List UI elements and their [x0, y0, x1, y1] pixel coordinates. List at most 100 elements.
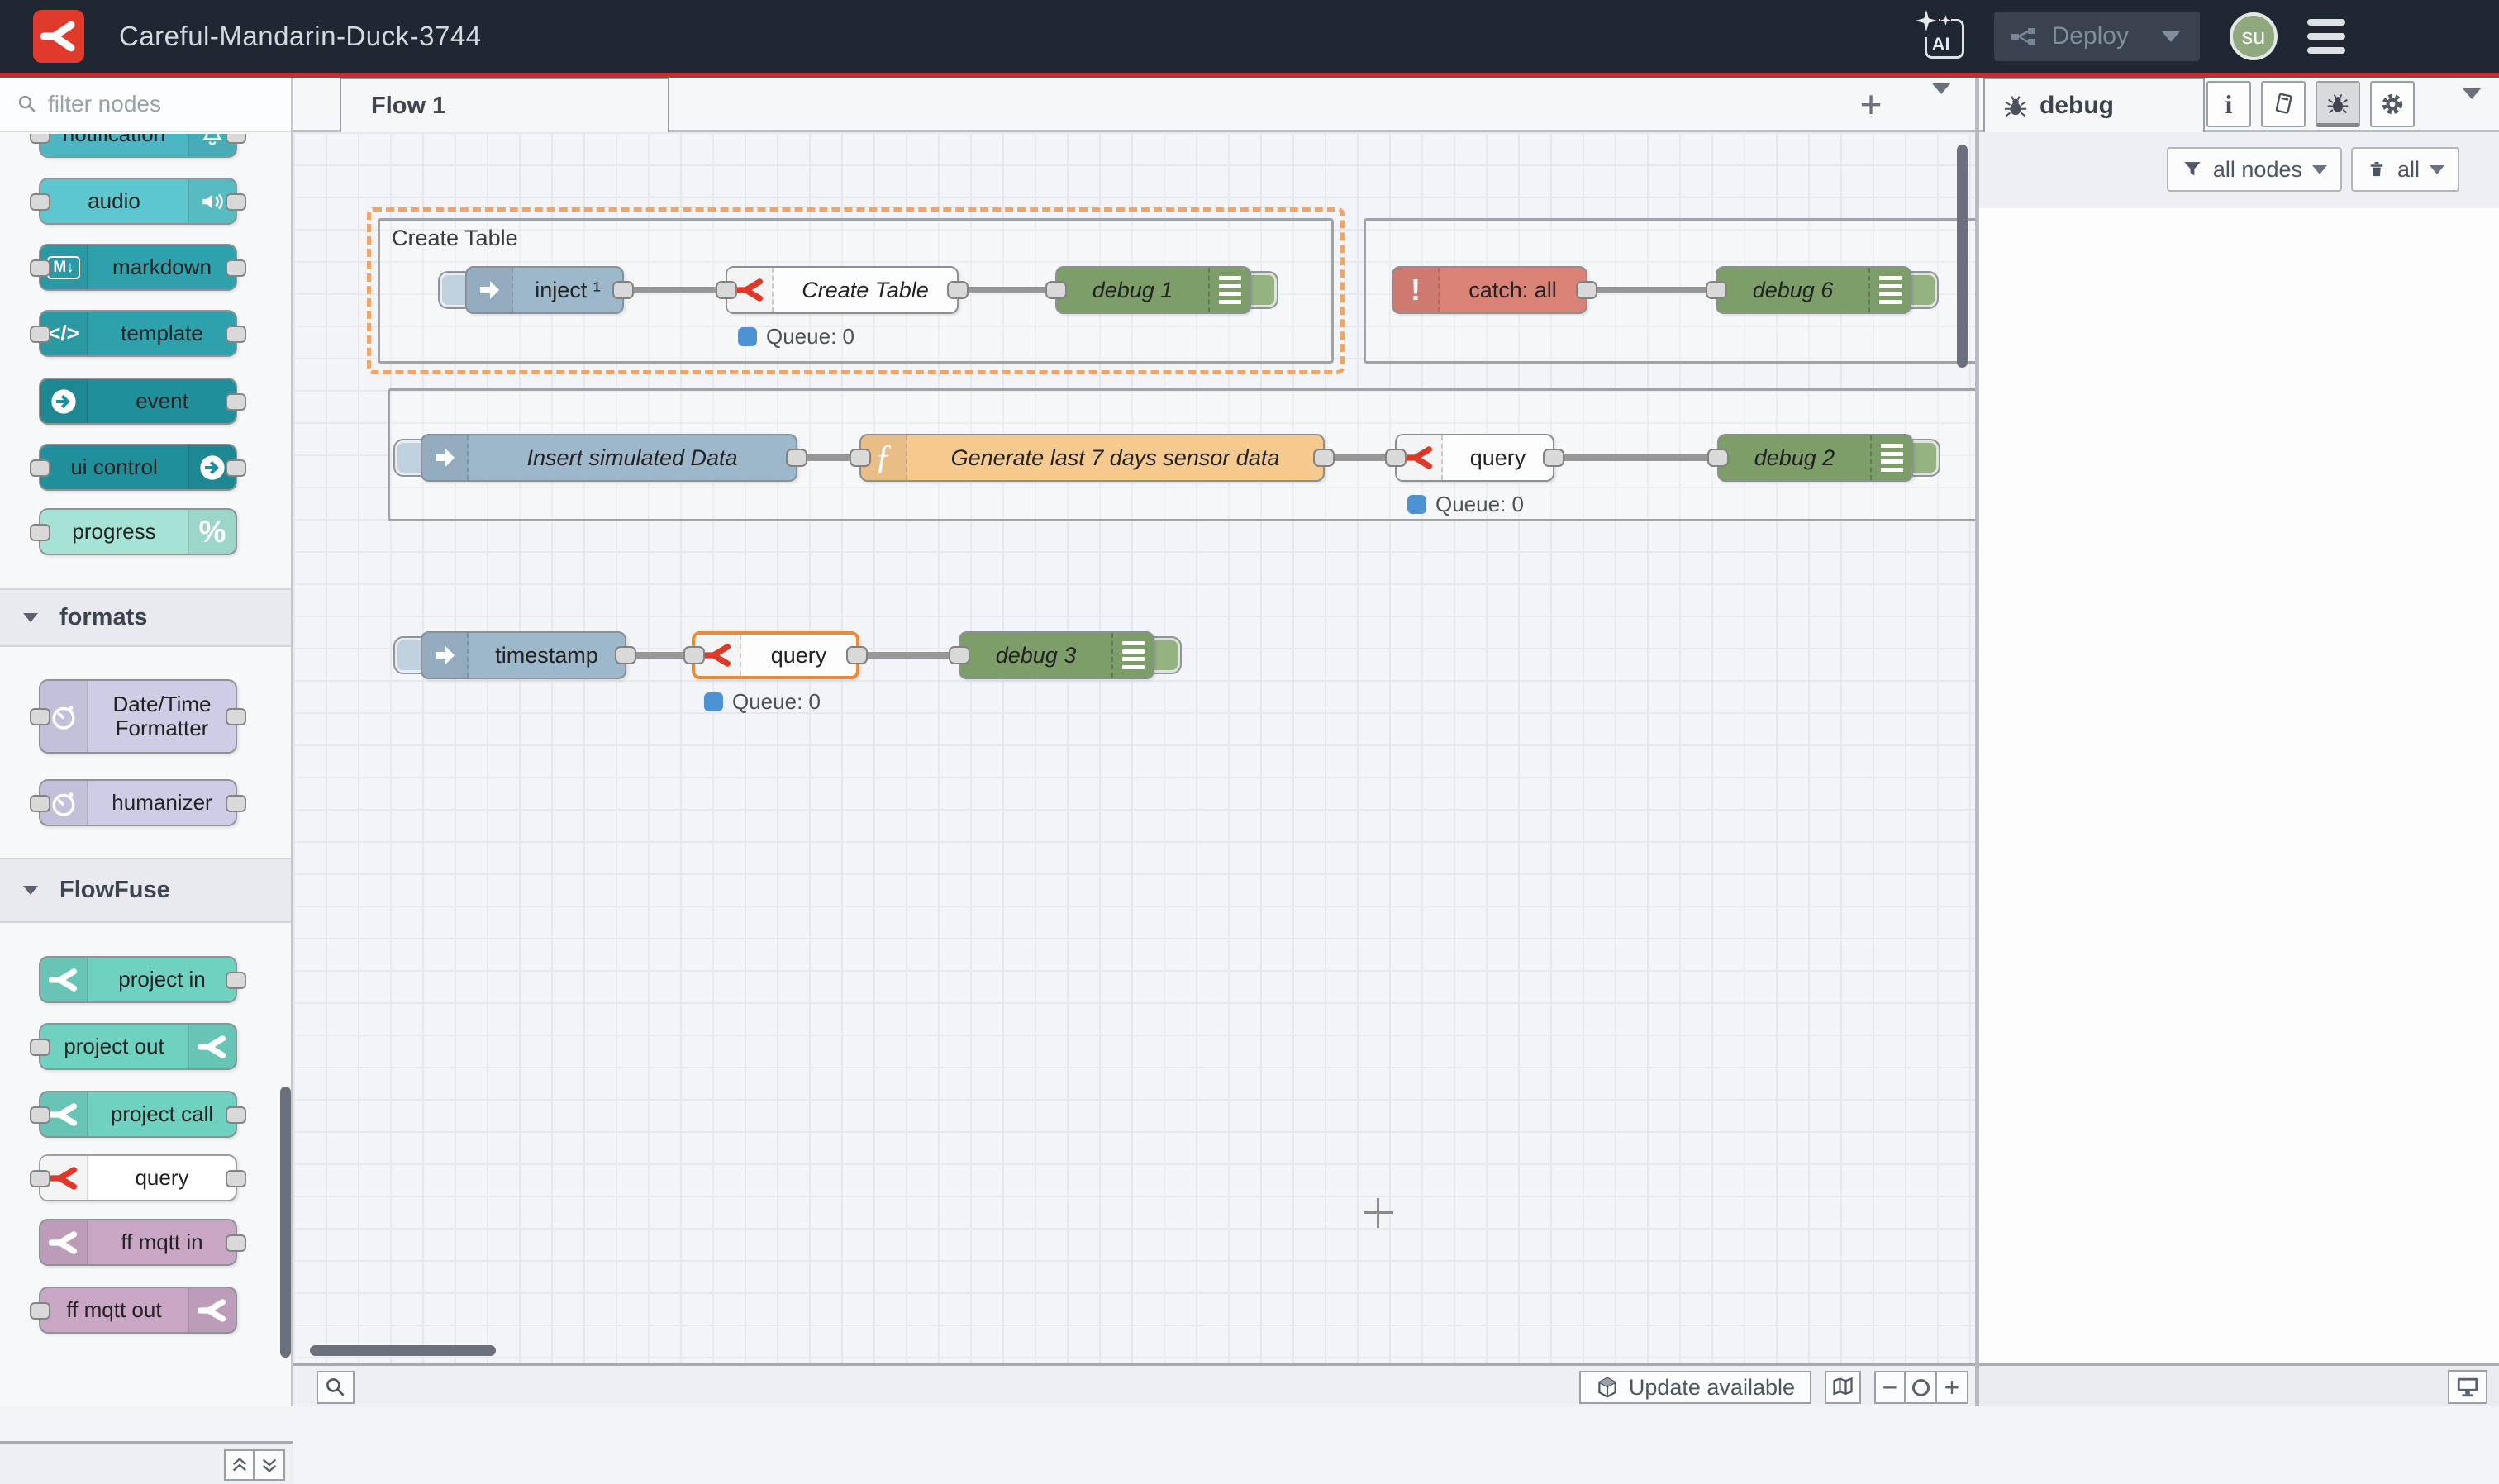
tab-flow-1[interactable]: Flow 1 — [340, 78, 669, 132]
flow-list-button[interactable] — [1932, 94, 1950, 109]
node-output-port[interactable] — [1313, 449, 1335, 467]
node-input-port[interactable] — [850, 449, 871, 467]
palette-node-template[interactable]: </>template — [39, 310, 237, 357]
flow-node-query[interactable]: query — [1395, 434, 1554, 482]
open-debug-window-button[interactable] — [2448, 1370, 2487, 1404]
help-tab-button[interactable] — [2261, 81, 2306, 127]
palette-node-project-in[interactable]: project in — [39, 956, 237, 1003]
wire[interactable] — [959, 287, 1055, 293]
palette-node-audio[interactable]: audio — [39, 178, 237, 225]
node-input-port[interactable] — [1045, 281, 1067, 299]
debug-icon-section — [1868, 268, 1910, 312]
palette-scrollbar[interactable] — [280, 1087, 291, 1358]
flow-node-query[interactable]: query — [692, 631, 859, 679]
flow-canvas[interactable]: Create Table inject ¹ Create Table debug 1!… — [293, 132, 1975, 1363]
config-nodes-button[interactable] — [2370, 81, 2415, 127]
palette-collapse-all-button[interactable] — [224, 1449, 255, 1481]
palette-node-date-time-formatter[interactable]: Date/Time Formatter — [39, 679, 237, 754]
debug-filter-button[interactable]: all nodes — [2167, 147, 2342, 192]
group-label: Create Table — [392, 226, 518, 251]
node-input-port — [30, 1170, 50, 1187]
flow-node-inject[interactable]: inject ¹ — [465, 266, 624, 314]
node-output-port[interactable] — [612, 281, 634, 299]
palette-node-label: project call — [88, 1092, 236, 1136]
user-avatar[interactable]: su — [2230, 12, 2278, 60]
update-available-button[interactable]: Update available — [1579, 1371, 1811, 1404]
node-input-port — [30, 524, 50, 541]
info-tab-button[interactable]: i — [2206, 81, 2251, 127]
debug-clear-button[interactable]: all — [2351, 147, 2459, 192]
deploy-button[interactable]: Deploy — [1994, 12, 2200, 61]
node-input-port — [30, 193, 50, 211]
chevron-double-down-icon — [259, 1455, 279, 1475]
ai-assistant-button[interactable]: AI — [1925, 19, 1964, 59]
node-input-port[interactable] — [1706, 281, 1727, 299]
palette-node-project-out[interactable]: project out — [39, 1023, 237, 1070]
node-input-port[interactable] — [683, 646, 705, 664]
node-output-port[interactable] — [615, 646, 636, 664]
node-output-port[interactable] — [1576, 281, 1597, 299]
map-icon — [1831, 1376, 1854, 1399]
zoom-in-button[interactable]: + — [1937, 1371, 1968, 1404]
flow-node-timestamp[interactable]: timestamp — [421, 631, 626, 679]
flow-node-debug-1[interactable]: debug 1 — [1055, 266, 1251, 314]
palette-scroll-area[interactable]: notification audio M↓markdown </>template ev… — [0, 134, 291, 1363]
node-output-port[interactable] — [1543, 449, 1564, 467]
canvas-horizontal-scrollbar[interactable] — [310, 1345, 496, 1356]
palette-section-formats[interactable]: formats — [0, 588, 291, 647]
palette-node-progress[interactable]: progress% — [39, 508, 237, 555]
flow-node-catch-all[interactable]: !catch: all — [1392, 266, 1587, 314]
debug-message-list — [1979, 208, 2499, 1363]
palette-node-ui-control[interactable]: ui control — [39, 444, 237, 491]
wire[interactable] — [1587, 287, 1716, 293]
node-output-port[interactable] — [786, 449, 807, 467]
node-status: Queue: 0 — [1407, 492, 1524, 517]
sidebar-options-button[interactable] — [2463, 99, 2481, 114]
node-label: Generate last 7 days sensor data — [907, 435, 1323, 480]
palette-expand-all-button[interactable] — [255, 1449, 285, 1481]
palette-section-flowfuse[interactable]: FlowFuse — [0, 858, 291, 923]
zoom-reset-button[interactable] — [1906, 1371, 1937, 1404]
main-menu-button[interactable] — [2307, 19, 2345, 54]
palette-node-event[interactable]: event — [39, 378, 237, 425]
flow-node-debug-3[interactable]: debug 3 — [959, 631, 1154, 679]
node-label: debug 6 — [1717, 268, 1868, 312]
node-output-port[interactable] — [947, 281, 969, 299]
palette-node-ff-mqtt-out[interactable]: ff mqtt out — [39, 1287, 237, 1334]
node-input-port[interactable] — [716, 281, 737, 299]
canvas-vertical-scrollbar[interactable] — [1957, 145, 1968, 368]
node-input-port[interactable] — [1385, 449, 1407, 467]
palette-node-notification[interactable]: notification — [39, 134, 237, 158]
palette-node-humanizer[interactable]: humanizer — [39, 779, 237, 826]
node-input-port[interactable] — [949, 646, 970, 664]
node-output-port[interactable] — [846, 646, 868, 664]
debug-tab-button[interactable] — [2316, 81, 2360, 127]
flowfuse-icon — [702, 640, 732, 670]
flow-node-insert-simulated-data[interactable]: Insert simulated Data — [421, 434, 797, 482]
node-icon-section — [188, 1288, 236, 1332]
toggle-navigator-button[interactable] — [1825, 1371, 1861, 1404]
flow-node-debug-2[interactable]: debug 2 — [1717, 434, 1913, 482]
palette-filter-input[interactable] — [48, 91, 271, 117]
palette-node-query[interactable]: query — [39, 1154, 237, 1201]
palette-node-markdown[interactable]: M↓markdown — [39, 244, 237, 291]
palette-search[interactable] — [0, 78, 291, 132]
tab-debug[interactable]: debug — [1983, 78, 2205, 132]
wire[interactable] — [624, 287, 726, 293]
node-input-port[interactable] — [1707, 449, 1729, 467]
wire[interactable] — [1554, 454, 1717, 461]
flow-node-debug-6[interactable]: debug 6 — [1716, 266, 1911, 314]
node-output-port — [226, 1170, 246, 1187]
deploy-flow-icon — [2011, 26, 2037, 46]
deploy-options-caret-icon[interactable] — [2162, 31, 2180, 42]
search-flows-button[interactable] — [317, 1371, 355, 1404]
palette-node-project-call[interactable]: project call — [39, 1091, 237, 1138]
flow-node-generate-last-7-days-sensor-data[interactable]: ƒGenerate last 7 days sensor data — [859, 434, 1325, 482]
zoom-out-button[interactable]: − — [1874, 1371, 1906, 1404]
palette-node-ff-mqtt-in[interactable]: ff mqtt in — [39, 1219, 237, 1266]
flow-tab-label: Flow 1 — [371, 93, 445, 120]
palette-node-label: humanizer — [88, 781, 236, 825]
add-flow-button[interactable]: + — [1846, 79, 1896, 129]
flow-node-create-table[interactable]: Create Table — [726, 266, 959, 314]
wire[interactable] — [859, 652, 959, 659]
